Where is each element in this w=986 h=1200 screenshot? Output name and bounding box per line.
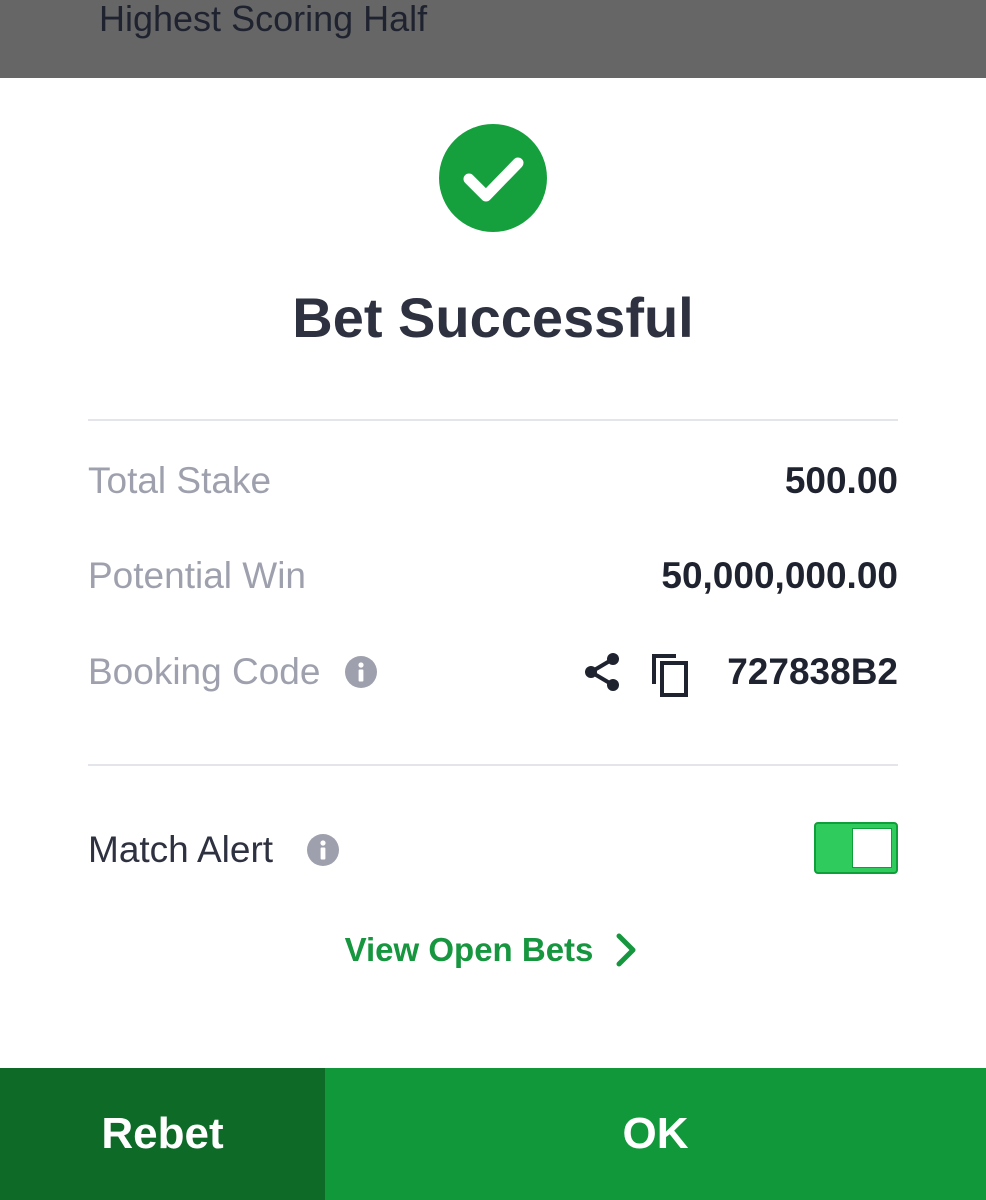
potential-win-label: Potential Win — [88, 555, 306, 596]
check-circle-icon — [439, 124, 547, 232]
view-open-bets-label: View Open Bets — [344, 931, 594, 968]
success-title: Bet Successful — [292, 286, 694, 349]
booking-code-label: Booking Code — [88, 651, 321, 692]
bet-success-sheet: Bet Successful Total Stake 500.00 Potent… — [0, 78, 986, 1068]
chevron-right-icon — [616, 933, 636, 967]
ok-button[interactable]: OK — [325, 1068, 986, 1200]
booking-code-value[interactable]: 727838B2 — [727, 650, 898, 694]
total-stake-row: Total Stake 500.00 — [88, 459, 898, 503]
background-header: Highest Scoring Half — [0, 0, 986, 78]
divider — [88, 419, 898, 421]
rebet-button[interactable]: Rebet — [0, 1068, 325, 1200]
total-stake-value: 500.00 — [784, 460, 898, 501]
match-alert-row: Match Alert — [88, 822, 898, 878]
booking-code-row: Booking Code 727838B2 — [88, 650, 898, 697]
potential-win-row: Potential Win 50,000,000.00 — [88, 554, 898, 598]
toggle-knob — [852, 828, 892, 868]
action-bar: Rebet OK — [0, 1068, 986, 1200]
view-open-bets-link[interactable]: View Open Bets — [0, 928, 986, 972]
potential-win-value: 50,000,000.00 — [661, 555, 898, 596]
copy-icon[interactable] — [648, 650, 696, 698]
info-icon[interactable] — [306, 833, 340, 867]
market-title: Highest Scoring Half — [99, 0, 428, 39]
total-stake-label: Total Stake — [88, 460, 272, 501]
match-alert-label: Match Alert — [88, 829, 274, 870]
divider — [88, 764, 898, 766]
match-alert-toggle[interactable] — [814, 822, 898, 874]
info-icon[interactable] — [344, 655, 378, 689]
share-icon[interactable] — [580, 650, 624, 694]
